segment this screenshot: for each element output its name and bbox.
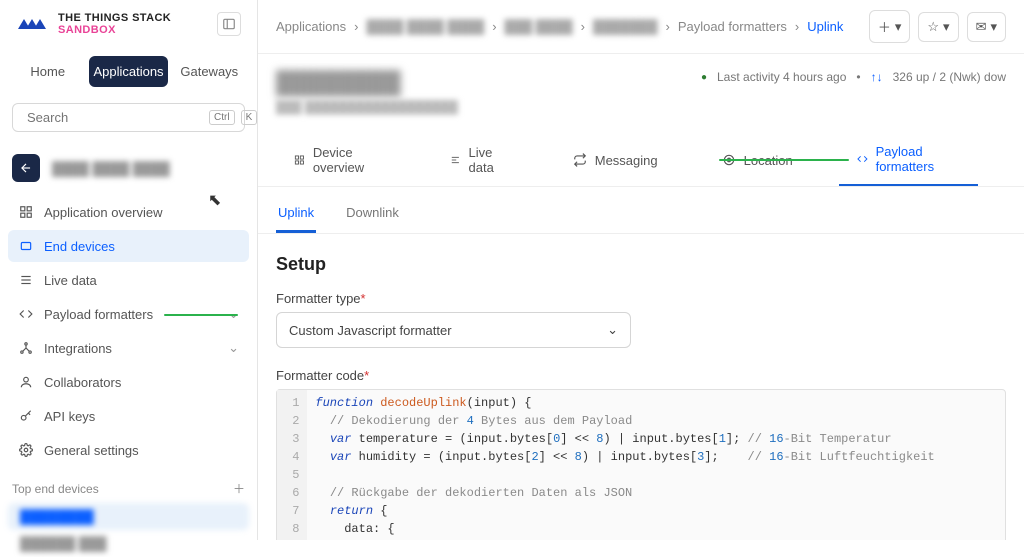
tab-label: Messaging [595, 153, 658, 168]
sidebar-item-payload-formatters[interactable]: Payload formatters ⌄ [8, 298, 249, 330]
chevron-down-icon: ▾ [895, 19, 902, 35]
sidebar-item-end-devices[interactable]: End devices [8, 230, 249, 262]
sidebar-item-label: API keys [44, 409, 95, 424]
list-icon [450, 153, 461, 167]
star-icon: ☆ [927, 19, 939, 35]
subtab-uplink[interactable]: Uplink [276, 195, 316, 233]
formatter-type-label: Formatter type [276, 291, 361, 306]
chevron-down-icon: ▾ [990, 19, 997, 35]
plus-icon: ＋ [878, 17, 891, 36]
inbox-menu-button[interactable]: ✉▾ [967, 12, 1006, 42]
sidebar-item-label: End devices [44, 239, 115, 254]
formatter-type-select[interactable]: Custom Javascript formatter ⌄ [276, 312, 631, 348]
formatter-code-label: Formatter code [276, 368, 364, 383]
sidebar-item-label: General settings [44, 443, 139, 458]
bullet: • [856, 70, 860, 84]
chevron-down-icon: ⌄ [228, 306, 239, 322]
back-button[interactable] [12, 154, 40, 182]
tab-live-data[interactable]: Live data [432, 134, 527, 186]
updown-icon: ↑↓ [871, 70, 883, 84]
nav-applications[interactable]: Applications [89, 56, 167, 87]
device-icon [18, 238, 34, 254]
sub-header: Top end devices [12, 482, 99, 496]
chevron-down-icon: ⌄ [228, 340, 239, 356]
top-device-item[interactable]: ██████ ███ [8, 530, 249, 557]
users-icon [18, 374, 34, 390]
code-editor[interactable]: 12345678910111213 function decodeUplink(… [276, 389, 1006, 540]
panel-icon [222, 17, 236, 31]
code-icon [857, 152, 868, 166]
sidebar-item-label: Collaborators [44, 375, 121, 390]
sidebar-item-application-overview[interactable]: Application overview [8, 196, 249, 228]
last-activity: Last activity 4 hours ago [717, 70, 846, 84]
grid-icon [294, 153, 305, 167]
bc-devices[interactable]: ███ ████ [505, 19, 573, 34]
bc-app[interactable]: ████ ████ ████ [366, 19, 484, 34]
sidebar-item-general-settings[interactable]: General settings [8, 434, 249, 466]
tab-payload-formatters[interactable]: Payload formatters [839, 134, 978, 186]
inbox-icon: ✉ [976, 19, 987, 35]
sidebar-item-label: Live data [44, 273, 97, 288]
section-heading: Setup [276, 254, 1006, 275]
grid-icon [18, 204, 34, 220]
add-device-button[interactable]: ＋ [233, 480, 245, 497]
chevron-down-icon: ▾ [943, 19, 950, 35]
code-gutter: 12345678910111213 [277, 390, 307, 540]
chevron-down-icon: ⌄ [607, 322, 618, 338]
sidebar-item-label: Payload formatters [44, 307, 153, 322]
sidebar-item-live-data[interactable]: Live data [8, 264, 249, 296]
tab-messaging[interactable]: Messaging [555, 134, 676, 186]
tab-label: Device overview [313, 145, 386, 175]
tab-device-overview[interactable]: Device overview [276, 134, 404, 186]
bc-device[interactable]: ███████ [593, 19, 657, 34]
search-input-wrap[interactable]: Ctrl K [12, 103, 245, 132]
subtab-downlink[interactable]: Downlink [344, 195, 401, 233]
integrations-icon [18, 340, 34, 356]
status-dot-icon: ● [701, 72, 707, 83]
add-menu-button[interactable]: ＋▾ [869, 10, 911, 43]
breadcrumb: Applications› ████ ████ ████› ███ ████› … [276, 19, 861, 34]
app-name-blurred: ████ ████ ████ [52, 161, 170, 176]
device-title: ████████ [276, 70, 689, 96]
sidebar-item-api-keys[interactable]: API keys [8, 400, 249, 432]
code-lines[interactable]: function decodeUplink(input) { // Dekodi… [307, 390, 1005, 540]
bc-applications[interactable]: Applications [276, 19, 346, 34]
gear-icon [18, 442, 34, 458]
tab-label: Live data [469, 145, 509, 175]
star-menu-button[interactable]: ☆▾ [918, 12, 958, 42]
device-subtitle: ███ ██████████████████ [276, 100, 689, 114]
sidebar-item-label: Integrations [44, 341, 112, 356]
list-icon [18, 272, 34, 288]
traffic-count: 326 up / 2 (Nwk) dow [893, 70, 1006, 84]
kbd-k: K [241, 110, 258, 125]
tab-label: Payload formatters [876, 144, 960, 174]
top-device-item[interactable]: ████████ [8, 503, 249, 530]
collapse-sidebar-button[interactable] [217, 12, 241, 36]
bc-current: Uplink [807, 19, 843, 34]
sidebar-item-collaborators[interactable]: Collaborators [8, 366, 249, 398]
arrow-left-icon [19, 161, 33, 175]
logo-text: THE THINGS STACK SANDBOX [58, 12, 171, 36]
select-value: Custom Javascript formatter [289, 323, 452, 338]
nav-home[interactable]: Home [12, 56, 83, 87]
swap-icon [573, 153, 587, 167]
key-icon [18, 408, 34, 424]
logo-icon [16, 13, 50, 35]
code-icon [18, 306, 34, 322]
nav-gateways[interactable]: Gateways [174, 56, 245, 87]
sidebar-item-label: Application overview [44, 205, 163, 220]
sidebar-item-integrations[interactable]: Integrations ⌄ [8, 332, 249, 364]
kbd-ctrl: Ctrl [209, 110, 235, 125]
search-input[interactable] [27, 110, 203, 125]
bc-pf[interactable]: Payload formatters [678, 19, 787, 34]
